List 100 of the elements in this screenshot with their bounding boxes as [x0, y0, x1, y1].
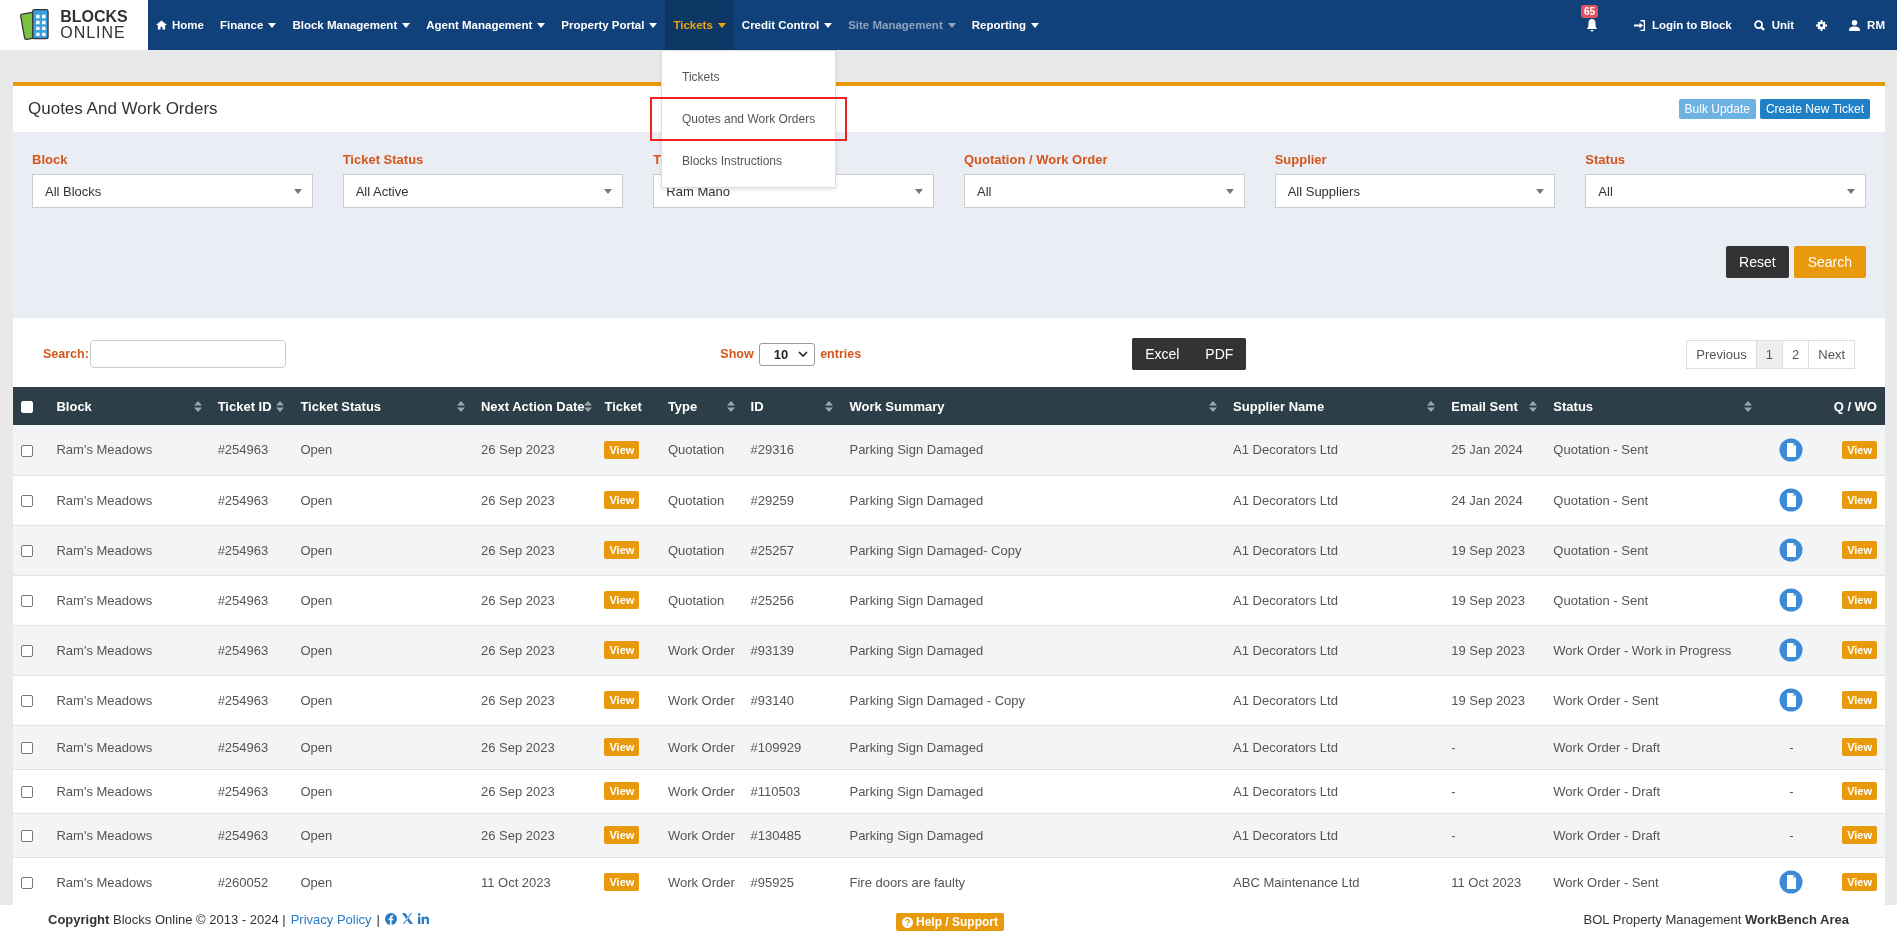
table-cell: 26 Sep 2023 — [480, 492, 555, 508]
document-icon[interactable] — [1779, 638, 1804, 662]
checkbox[interactable] — [21, 786, 33, 799]
caret-icon — [268, 22, 277, 28]
nav-menu-item[interactable]: Block Management — [284, 0, 419, 50]
table-cell: Work Order — [667, 783, 735, 799]
nav-menu-item[interactable]: Reporting — [963, 0, 1048, 50]
table-cell: 26 Sep 2023 — [480, 692, 555, 708]
table-cell: #254963 — [217, 692, 269, 708]
checkbox[interactable] — [21, 444, 33, 457]
pagination-button[interactable]: Next — [1808, 339, 1855, 369]
pagination-button[interactable]: Previous — [1686, 339, 1757, 369]
column-header: ID — [750, 398, 764, 414]
document-icon[interactable] — [1779, 688, 1804, 712]
copyright-text: Copyright Blocks Online © 2013 - 2024 | — [48, 911, 286, 927]
table-cell: - — [1451, 739, 1456, 755]
page-title: Quotes And Work Orders — [28, 99, 218, 119]
home-icon — [156, 20, 167, 30]
table-cell: Ram's Meadows — [56, 783, 153, 799]
nav-link[interactable]: Login to Block — [1633, 19, 1732, 31]
table-cell: #254963 — [217, 442, 269, 458]
table-cell: A1 Decorators Ltd — [1233, 739, 1338, 755]
table-cell: Work Order - Work in Progress — [1553, 642, 1732, 658]
caret-icon — [604, 188, 613, 194]
table-cell: Parking Sign Damaged — [849, 442, 984, 458]
table-cell: 25 Jan 2024 — [1451, 442, 1523, 458]
document-icon[interactable] — [1779, 588, 1804, 612]
pagination-button[interactable]: 2 — [1782, 339, 1810, 369]
nav-menu-item[interactable]: Home — [148, 0, 212, 50]
checkbox[interactable] — [21, 830, 33, 843]
entries-select[interactable]: 10 — [758, 342, 816, 366]
checkbox[interactable] — [21, 595, 33, 608]
checkbox[interactable] — [21, 645, 33, 658]
table-cell: #254963 — [217, 739, 269, 755]
nav-menu-item[interactable]: Finance — [211, 0, 285, 50]
filter-label: Status — [1585, 152, 1626, 168]
table-cell: 26 Sep 2023 — [480, 783, 555, 799]
table-cell: #109929 — [750, 739, 802, 755]
table-cell: #254963 — [217, 542, 269, 558]
document-icon[interactable] — [1779, 538, 1804, 562]
table-cell: Work Order — [667, 739, 735, 755]
filter-label: Supplier — [1274, 152, 1327, 168]
table-cell: Open — [300, 827, 333, 843]
nav-menu-item[interactable]: Credit Control — [733, 0, 841, 50]
table-cell: #254963 — [217, 492, 269, 508]
menu-item[interactable]: Tickets — [662, 57, 835, 97]
caret-icon — [1031, 22, 1040, 28]
reset-button[interactable]: Reset — [1726, 246, 1789, 278]
nav-menu-item[interactable]: Tickets — [665, 0, 734, 50]
entries-label: entries — [820, 347, 862, 361]
document-icon[interactable] — [1779, 437, 1804, 462]
checkbox[interactable] — [21, 545, 33, 558]
checkbox[interactable] — [21, 495, 33, 508]
column-header: Ticket Status — [300, 398, 382, 414]
caret-icon — [537, 22, 546, 28]
search-field[interactable] — [89, 340, 286, 368]
table-cell: Ram's Meadows — [56, 592, 153, 608]
footer-text: BOL Property Management WorkBench Area — [1583, 911, 1849, 927]
chevron-icon — [798, 351, 809, 357]
checkbox[interactable] — [21, 742, 33, 755]
nav-menu-item[interactable]: Property Portal — [553, 0, 666, 50]
dropdown-select[interactable]: All — [964, 174, 1245, 208]
menu-item[interactable]: Quotes and Work Orders — [652, 99, 845, 139]
table-cell: 11 Oct 2023 — [1451, 874, 1522, 890]
document-icon[interactable] — [1779, 488, 1804, 512]
linkedin-icon — [418, 913, 429, 924]
search-label: Search: — [43, 347, 89, 361]
table-cell: Ram's Meadows — [56, 492, 153, 508]
table-cell: Parking Sign Damaged- Copy — [849, 542, 1022, 558]
document-icon[interactable] — [1779, 870, 1804, 894]
privacy-policy-link[interactable]: Privacy Policy — [290, 911, 372, 927]
dropdown-select[interactable]: All Blocks — [32, 174, 313, 208]
table-cell: - — [1789, 783, 1794, 799]
pagination-button[interactable]: 1 — [1755, 339, 1784, 369]
table-cell: #95925 — [750, 874, 794, 890]
table-cell: ABC Maintenance Ltd — [1233, 874, 1360, 890]
table-cell: #110503 — [750, 783, 801, 799]
caret-icon — [649, 22, 658, 28]
table-cell: Quotation - Sent — [1553, 492, 1648, 508]
table-cell: - — [1451, 827, 1456, 843]
nav-menu-item[interactable]: Agent Management — [418, 0, 554, 50]
user-icon — [1849, 19, 1861, 31]
table-cell: 19 Sep 2023 — [1451, 592, 1525, 608]
table-cell: Parking Sign Damaged — [849, 492, 984, 508]
column-header: Ticket ID — [217, 398, 272, 414]
nav-link[interactable]: RM — [1849, 19, 1885, 31]
create-button[interactable]: Create New Ticket — [1759, 99, 1870, 119]
table-cell: Ram's Meadows — [56, 739, 153, 755]
checkbox[interactable] — [21, 877, 33, 890]
table-cell: #93139 — [750, 642, 794, 658]
checkbox[interactable] — [21, 695, 33, 708]
dropdown-select[interactable]: All — [1585, 174, 1866, 208]
table-cell: Parking Sign Damaged — [849, 739, 984, 755]
dropdown-select[interactable]: All Suppliers — [1274, 174, 1556, 208]
settings-button[interactable] — [1816, 19, 1828, 31]
filter-label: T — [653, 152, 662, 168]
nav-link[interactable]: Unit — [1753, 19, 1795, 31]
dropdown-select[interactable]: All Active — [342, 174, 624, 208]
table-cell: A1 Decorators Ltd — [1233, 692, 1338, 708]
table-cell: Work Order - Draft — [1553, 783, 1660, 799]
